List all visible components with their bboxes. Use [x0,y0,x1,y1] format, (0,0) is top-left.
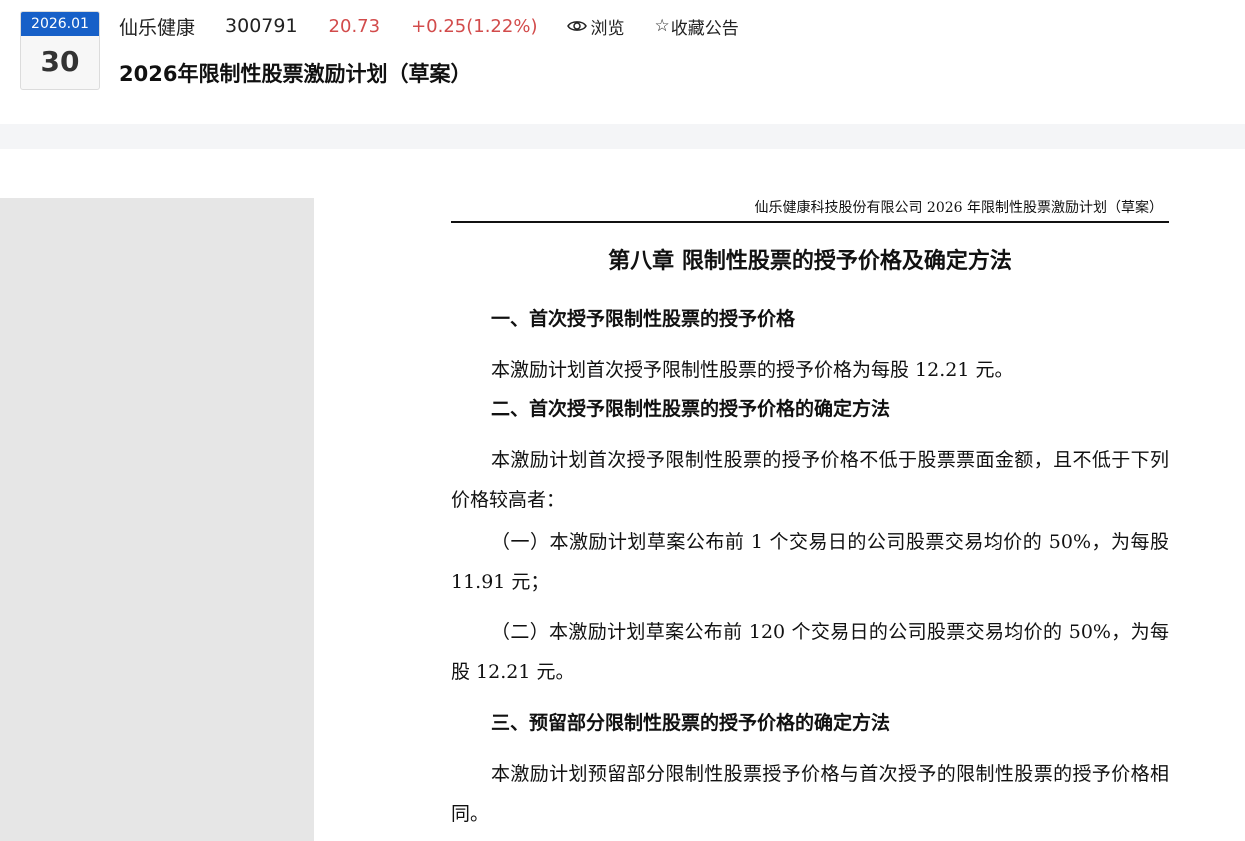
date-year-month: 2026.01 [21,12,99,36]
section-heading-1: 一、首次授予限制性股票的授予价格 [491,308,796,330]
browse-button[interactable]: 浏览 [567,14,624,39]
paragraph-4: （二）本激励计划草案公布前 120 个交易日的公司股票交易均价的 50%，为每股… [451,621,1169,683]
favorite-button[interactable]: ☆ 收藏公告 [654,14,738,39]
date-badge: 2026.01 30 [20,11,100,90]
eye-icon [567,21,588,31]
stock-name[interactable]: 仙乐健康 [119,13,195,40]
stock-header: 仙乐健康 300791 20.73 +0.25(1.22%) 浏览 ☆ 收藏公告 [119,12,739,40]
thumbnail-panel[interactable] [0,198,314,841]
chapter-title: 第八章 限制性股票的授予价格及确定方法 [608,248,1012,274]
section-heading-3: 三、预留部分限制性股票的授予价格的确定方法 [491,712,891,734]
stock-price: 20.73 [328,15,381,37]
running-header: 仙乐健康科技股份有限公司 2026 年限制性股票激励计划（草案） [451,198,1169,223]
date-day: 30 [40,45,80,78]
paragraph-3: （一）本激励计划草案公布前 1 个交易日的公司股票交易均价的 50%，为每股 1… [451,531,1169,593]
document-page: 仙乐健康科技股份有限公司 2026 年限制性股票激励计划（草案） 第八章 限制性… [451,198,1169,834]
paragraph-5: 本激励计划预留部分限制性股票授予价格与首次授予的限制性股票的授予价格相同。 [451,763,1169,825]
stock-code[interactable]: 300791 [225,15,298,37]
paragraph-1: 本激励计划首次授予限制性股票的授予价格为每股 12.21 元。 [491,359,1014,381]
divider-band [0,124,1245,149]
paragraph-2: 本激励计划首次授予限制性股票的授予价格不低于股票票面金额，且不低于下列价格较高者… [451,449,1169,511]
browse-label: 浏览 [590,18,625,39]
star-icon: ☆ [654,16,670,36]
favorite-label: 收藏公告 [670,18,739,39]
section-heading-2: 二、首次授予限制性股票的授予价格的确定方法 [491,398,891,420]
announcement-title: 2026年限制性股票激励计划（草案） [119,62,472,86]
stock-change: +0.25(1.22%) [411,15,538,37]
